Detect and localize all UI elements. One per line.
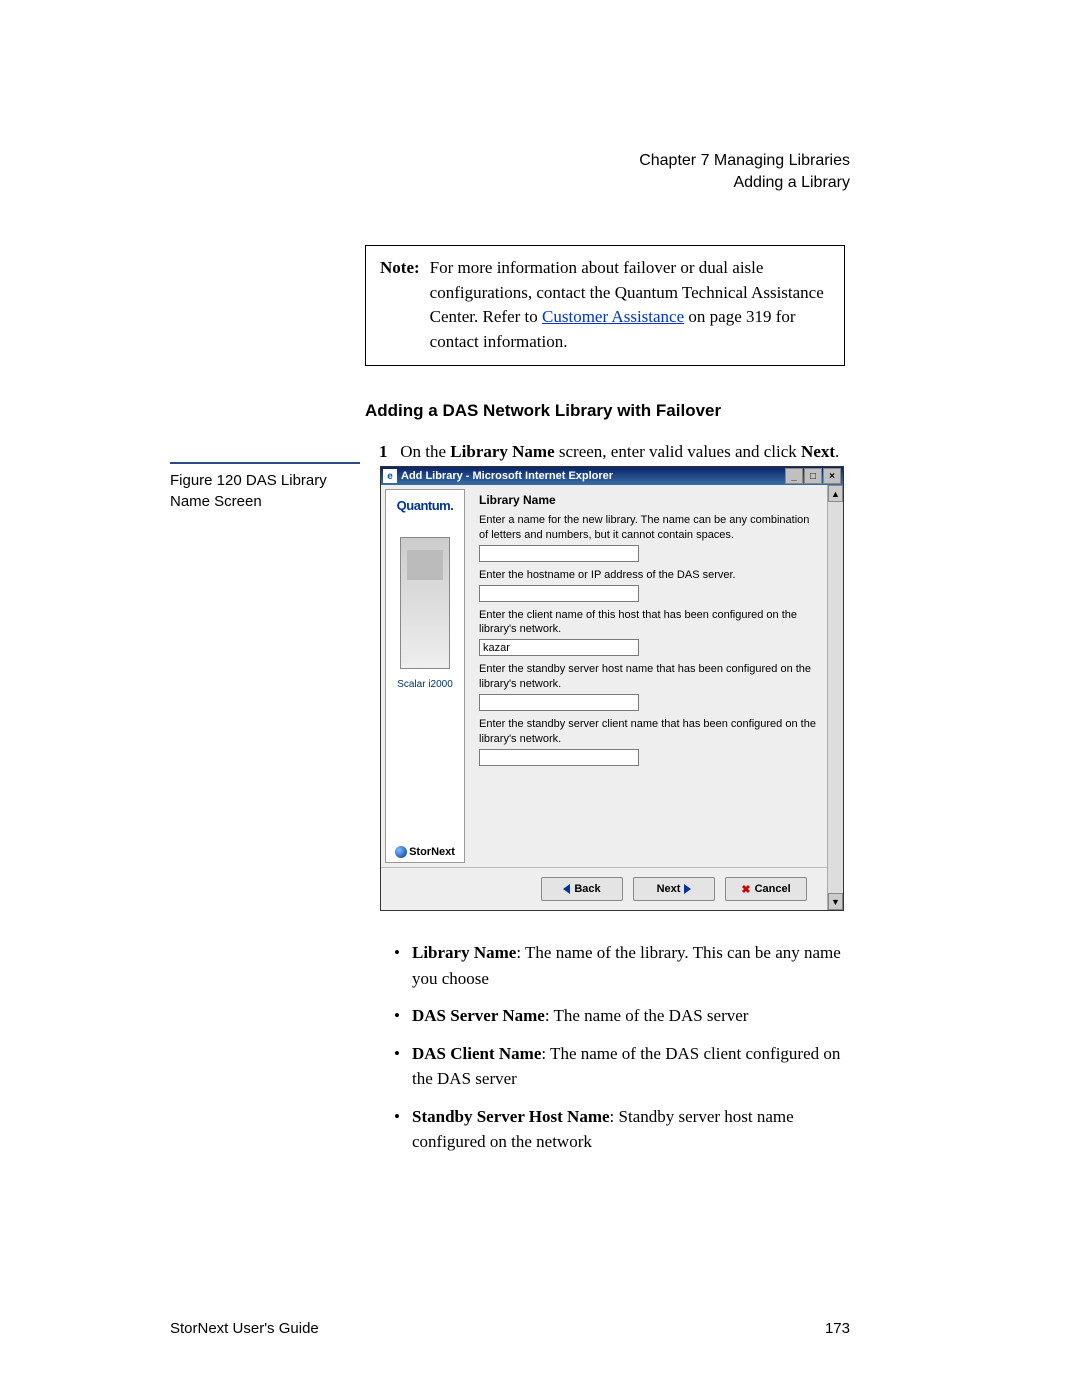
back-button[interactable]: Back — [541, 877, 623, 901]
x-icon: ✖ — [741, 883, 750, 896]
wizard-sidebar: Quantum. Scalar i2000 StorNext — [385, 489, 465, 863]
scalar-model-label: Scalar i2000 — [397, 679, 453, 690]
scrollbar[interactable]: ▲ ▼ — [827, 485, 843, 910]
ie-icon: e — [383, 469, 397, 483]
note-box: Note: For more information about failove… — [365, 245, 845, 366]
note-label: Note: — [380, 256, 420, 355]
step-number: 1 — [379, 442, 388, 461]
page-number: 173 — [825, 1320, 850, 1337]
stornext-logo: StorNext — [395, 846, 455, 858]
library-name-input[interactable] — [479, 545, 639, 562]
wizard-button-row: Back Next ✖ Cancel — [381, 867, 827, 910]
list-item: DAS Server Name: The name of the DAS ser… — [392, 1003, 852, 1029]
cancel-button[interactable]: ✖ Cancel — [725, 877, 807, 901]
page-header: Chapter 7 Managing Libraries Adding a Li… — [639, 150, 850, 195]
window-titlebar: e Add Library - Microsoft Internet Explo… — [381, 467, 843, 485]
note-text: For more information about failover or d… — [430, 256, 830, 355]
list-item: DAS Client Name: The name of the DAS cli… — [392, 1041, 852, 1092]
list-item: Library Name: The name of the library. T… — [392, 940, 852, 991]
close-button[interactable]: × — [823, 468, 841, 484]
minimize-button[interactable]: _ — [785, 468, 803, 484]
customer-assistance-link[interactable]: Customer Assistance — [542, 307, 684, 326]
form-title: Library Name — [479, 493, 817, 507]
scroll-up-icon[interactable]: ▲ — [828, 485, 843, 502]
field-descriptions: Library Name: The name of the library. T… — [392, 940, 852, 1167]
scroll-down-icon[interactable]: ▼ — [828, 893, 843, 910]
standby-client-input[interactable] — [479, 749, 639, 766]
standby-host-input[interactable] — [479, 694, 639, 711]
step-1: 1 On the Library Name screen, enter vali… — [379, 439, 845, 465]
maximize-button[interactable]: □ — [804, 468, 822, 484]
das-hostname-input[interactable] — [479, 585, 639, 602]
standby-client-label: Enter the standby server client name tha… — [479, 717, 817, 747]
standby-host-label: Enter the standby server host name that … — [479, 662, 817, 692]
form-area: Library Name Enter a name for the new li… — [469, 485, 827, 867]
library-name-desc: Enter a name for the new library. The na… — [479, 513, 817, 543]
next-button[interactable]: Next — [633, 877, 715, 901]
footer-left: StorNext User's Guide — [170, 1320, 319, 1337]
list-item: Standby Server Host Name: Standby server… — [392, 1104, 852, 1155]
globe-icon — [395, 846, 407, 858]
das-hostname-label: Enter the hostname or IP address of the … — [479, 568, 817, 583]
section-label: Adding a Library — [639, 172, 850, 194]
page-footer: StorNext User's Guide 173 — [170, 1320, 850, 1337]
add-library-window: e Add Library - Microsoft Internet Explo… — [380, 466, 844, 911]
library-graphic — [400, 537, 450, 669]
arrow-left-icon — [563, 884, 570, 894]
arrow-right-icon — [684, 884, 691, 894]
client-name-input[interactable] — [479, 639, 639, 656]
window-title: Add Library - Microsoft Internet Explore… — [401, 470, 613, 482]
section-heading: Adding a DAS Network Library with Failov… — [365, 401, 845, 421]
client-name-label: Enter the client name of this host that … — [479, 608, 817, 638]
chapter-label: Chapter 7 Managing Libraries — [639, 150, 850, 172]
quantum-logo: Quantum. — [397, 498, 454, 513]
figure-caption: Figure 120 DAS Library Name Screen — [170, 462, 360, 512]
